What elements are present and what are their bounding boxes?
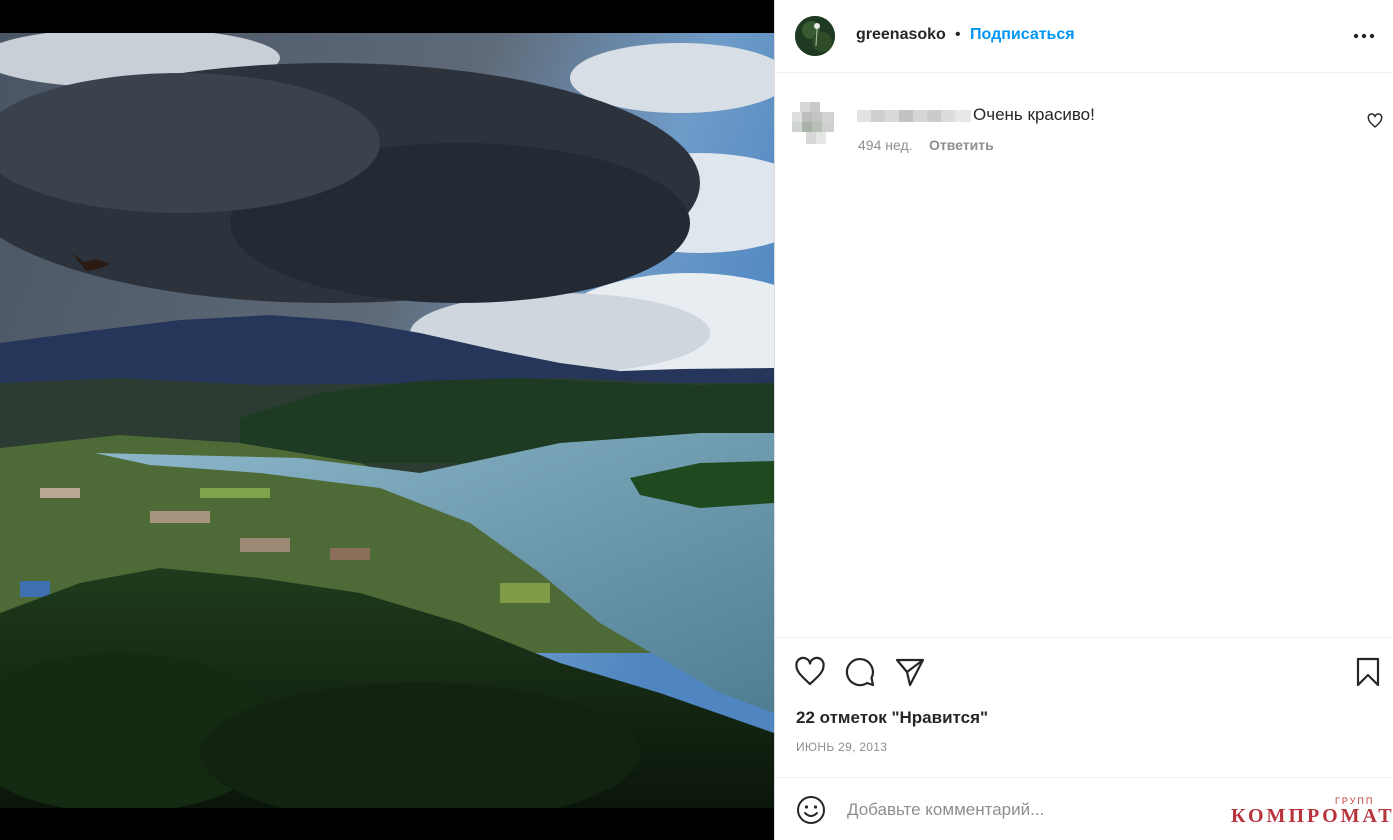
comment-age[interactable]: 494 нед. — [858, 137, 913, 153]
comments-list: Очень красиво! 494 нед. Ответить — [775, 74, 1393, 637]
avatar-image — [795, 16, 835, 56]
watermark-main: КОМПРОМАТ — [1231, 805, 1393, 827]
comment-input[interactable] — [845, 792, 1229, 828]
add-comment-bar: ГРУПП КОМПРОМАТ — [775, 777, 1393, 840]
post-panel: greenasoko • Подписаться Очень красиво! … — [774, 0, 1393, 840]
comment-icon[interactable] — [844, 656, 876, 688]
more-horizontal-icon[interactable] — [1349, 22, 1379, 48]
post-date: ИЮНЬ 29, 2013 — [796, 740, 888, 754]
comment-heart-icon[interactable] — [1367, 113, 1383, 129]
watermark: ГРУПП КОМПРОМАТ — [1231, 796, 1392, 827]
post-actions: 22 отметок "Нравится" ИЮНЬ 29, 2013 — [775, 637, 1393, 777]
author-avatar[interactable] — [795, 16, 835, 56]
heart-icon[interactable] — [794, 656, 826, 688]
share-icon[interactable] — [894, 656, 926, 688]
bookmark-icon[interactable] — [1352, 656, 1384, 688]
author-username[interactable]: greenasoko — [856, 26, 946, 44]
commenter-avatar[interactable] — [792, 102, 838, 144]
post-media — [0, 0, 774, 840]
likes-count[interactable]: 22 отметок "Нравится" — [796, 708, 988, 728]
commenter-username-pixelated[interactable] — [857, 108, 973, 124]
emoji-icon[interactable] — [795, 794, 827, 826]
follow-button[interactable]: Подписаться — [970, 26, 1075, 44]
header-separator: • — [955, 26, 961, 43]
post-photo[interactable] — [0, 33, 774, 808]
reply-button[interactable]: Ответить — [929, 137, 994, 153]
comment-text: Очень красиво! — [973, 105, 1095, 124]
post-header: greenasoko • Подписаться — [775, 0, 1393, 73]
